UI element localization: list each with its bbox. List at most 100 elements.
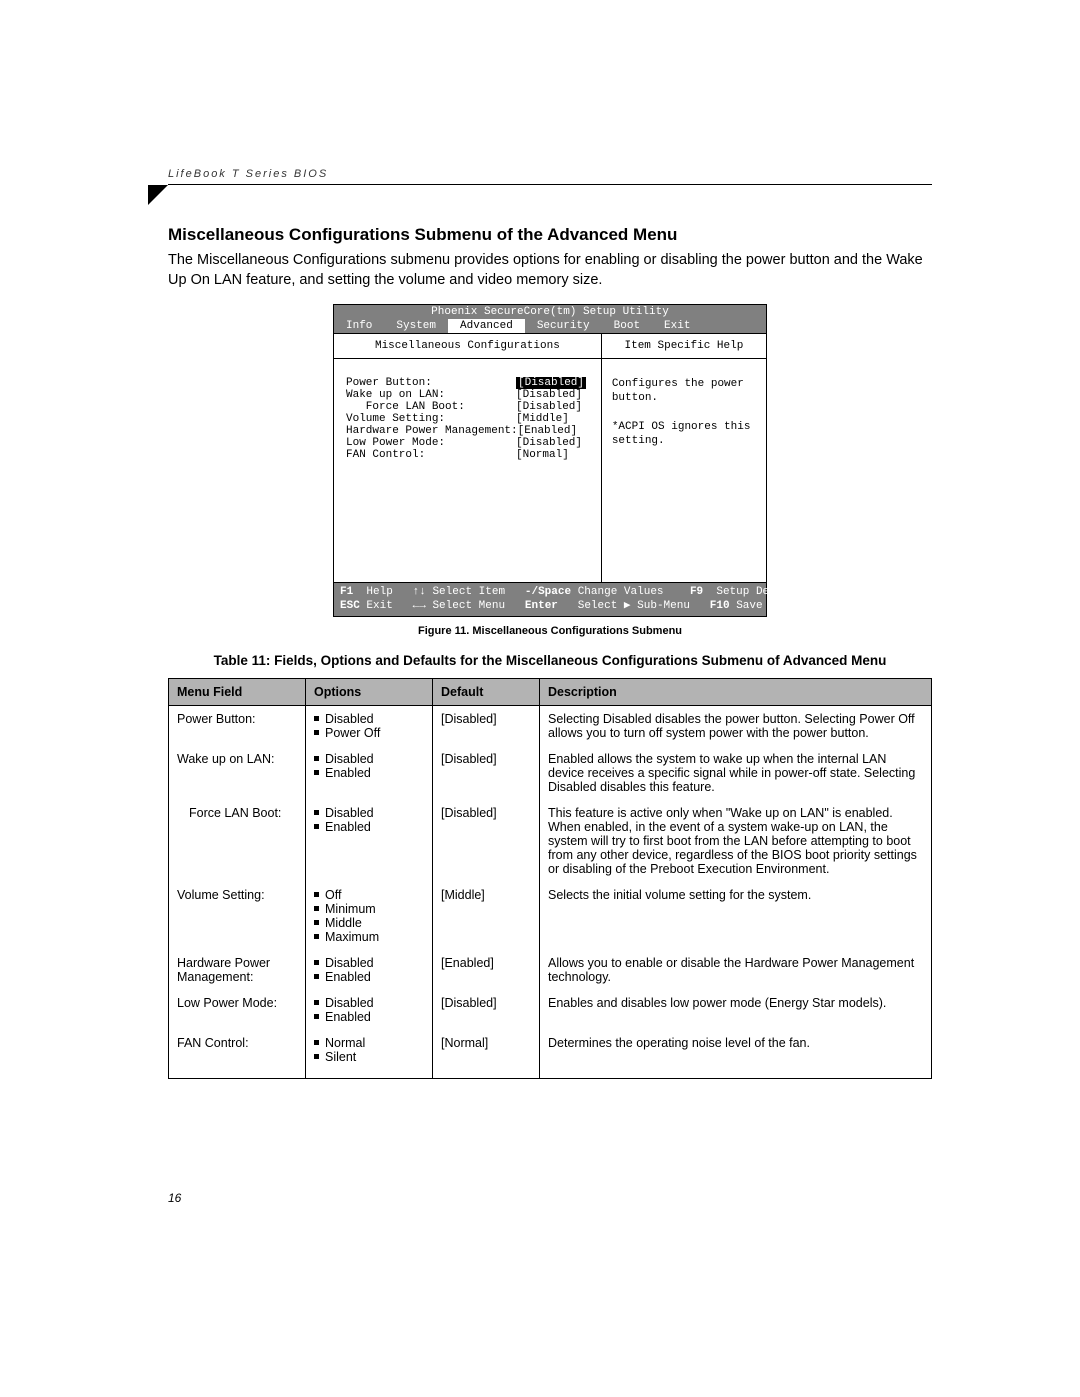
bios-foot-save-exit: F10 Save and Exit bbox=[710, 599, 822, 613]
header-separator bbox=[168, 184, 932, 185]
bios-foot-setup-defaults: F9 Setup Defaults bbox=[690, 585, 809, 599]
cell-options: DisabledEnabled bbox=[306, 950, 433, 990]
bios-foot-help: F1 Help bbox=[340, 585, 413, 599]
table-row: Volume Setting:OffMinimumMiddleMaximum[M… bbox=[169, 882, 932, 950]
bios-item: Wake up on LAN:[Disabled] bbox=[346, 389, 589, 401]
bios-item-value: [Disabled] bbox=[516, 401, 582, 413]
cell-description: Selecting Disabled disables the power bu… bbox=[540, 705, 932, 746]
page-number: 16 bbox=[168, 1191, 181, 1205]
corner-flag-icon bbox=[148, 185, 170, 207]
option-item: Maximum bbox=[314, 930, 424, 944]
bios-help-heading: Item Specific Help bbox=[602, 334, 766, 359]
bios-item-value: [Disabled] bbox=[516, 437, 582, 449]
bios-menu-advanced: Advanced bbox=[448, 319, 525, 333]
bios-foot-exit: ESC Exit bbox=[340, 599, 413, 613]
cell-default: [Middle] bbox=[433, 882, 540, 950]
bios-foot-sub-menu: Enter Select ▶ Sub-Menu bbox=[525, 599, 710, 613]
cell-default: [Disabled] bbox=[433, 800, 540, 882]
bios-foot-select-menu: ←→ Select Menu bbox=[413, 599, 525, 613]
bios-item-label: FAN Control: bbox=[346, 449, 516, 461]
table-row: FAN Control:NormalSilent[Normal]Determin… bbox=[169, 1030, 932, 1079]
option-item: Enabled bbox=[314, 970, 424, 984]
bios-menu-bar: InfoSystemAdvancedSecurityBootExit bbox=[334, 319, 766, 333]
bios-item-label: Power Button: bbox=[346, 377, 516, 389]
bios-left-heading: Miscellaneous Configurations bbox=[334, 334, 601, 359]
cell-options: DisabledEnabled bbox=[306, 800, 433, 882]
cell-default: [Disabled] bbox=[433, 990, 540, 1030]
bios-menu-exit: Exit bbox=[652, 319, 702, 333]
bios-menu-system: System bbox=[384, 319, 448, 333]
option-item: Enabled bbox=[314, 820, 424, 834]
option-item: Enabled bbox=[314, 766, 424, 780]
cell-options: DisabledPower Off bbox=[306, 705, 433, 746]
cell-description: Enables and disables low power mode (Ene… bbox=[540, 990, 932, 1030]
cell-field: Hardware Power Management: bbox=[169, 950, 306, 990]
cell-field: Power Button: bbox=[169, 705, 306, 746]
cell-field: FAN Control: bbox=[169, 1030, 306, 1079]
bios-footer: F1 Help ↑↓ Select Item -/Space Change Va… bbox=[334, 583, 766, 616]
cell-default: [Enabled] bbox=[433, 950, 540, 990]
cell-options: DisabledEnabled bbox=[306, 990, 433, 1030]
cell-options: DisabledEnabled bbox=[306, 746, 433, 800]
bios-menu-security: Security bbox=[525, 319, 602, 333]
section-intro: The Miscellaneous Configurations submenu… bbox=[168, 251, 932, 290]
cell-options: OffMinimumMiddleMaximum bbox=[306, 882, 433, 950]
option-item: Power Off bbox=[314, 726, 424, 740]
bios-body: Miscellaneous Configurations Power Butto… bbox=[334, 333, 766, 583]
option-item: Disabled bbox=[314, 712, 424, 726]
cell-description: Enabled allows the system to wake up whe… bbox=[540, 746, 932, 800]
section-heading: Miscellaneous Configurations Submenu of … bbox=[168, 225, 932, 245]
bios-menu-info: Info bbox=[334, 319, 384, 333]
th-field: Menu Field bbox=[169, 678, 306, 705]
cell-description: Allows you to enable or disable the Hard… bbox=[540, 950, 932, 990]
cell-field: Volume Setting: bbox=[169, 882, 306, 950]
bios-item: Low Power Mode:[Disabled] bbox=[346, 437, 589, 449]
bios-item: Volume Setting:[Middle] bbox=[346, 413, 589, 425]
bios-item-label: Low Power Mode: bbox=[346, 437, 516, 449]
table-row: Wake up on LAN:DisabledEnabled[Disabled]… bbox=[169, 746, 932, 800]
cell-description: Determines the operating noise level of … bbox=[540, 1030, 932, 1079]
bios-item-label: Wake up on LAN: bbox=[346, 389, 516, 401]
figure-caption: Figure 11. Miscellaneous Configurations … bbox=[168, 625, 932, 637]
bios-item: Hardware Power Management:[Enabled] bbox=[346, 425, 589, 437]
bios-left-panel: Miscellaneous Configurations Power Butto… bbox=[334, 334, 602, 582]
options-table: Menu Field Options Default Description P… bbox=[168, 678, 932, 1079]
option-item: Disabled bbox=[314, 996, 424, 1010]
bios-foot-change-values: -/Space Change Values bbox=[525, 585, 690, 599]
option-item: Disabled bbox=[314, 806, 424, 820]
cell-description: This feature is active only when "Wake u… bbox=[540, 800, 932, 882]
bios-item-value: [Disabled] bbox=[516, 377, 586, 389]
cell-field: Force LAN Boot: bbox=[169, 800, 306, 882]
table-row: Force LAN Boot:DisabledEnabled[Disabled]… bbox=[169, 800, 932, 882]
cell-field: Wake up on LAN: bbox=[169, 746, 306, 800]
bios-item-label: Hardware Power Management: bbox=[346, 425, 518, 437]
bios-help-text: Configures the power button. *ACPI OS ig… bbox=[612, 377, 756, 448]
table-row: Hardware Power Management:DisabledEnable… bbox=[169, 950, 932, 990]
th-default: Default bbox=[433, 678, 540, 705]
bios-item: Force LAN Boot:[Disabled] bbox=[346, 401, 589, 413]
bios-item: FAN Control:[Normal] bbox=[346, 449, 589, 461]
cell-options: NormalSilent bbox=[306, 1030, 433, 1079]
cell-field: Low Power Mode: bbox=[169, 990, 306, 1030]
bios-item-value: [Middle] bbox=[516, 413, 569, 425]
bios-screenshot: Phoenix SecureCore(tm) Setup Utility Inf… bbox=[333, 304, 767, 617]
bios-item-label: Force LAN Boot: bbox=[346, 401, 516, 413]
running-head: LifeBook T Series BIOS bbox=[168, 168, 932, 182]
cell-description: Selects the initial volume setting for t… bbox=[540, 882, 932, 950]
bios-menu-boot: Boot bbox=[602, 319, 652, 333]
option-item: Enabled bbox=[314, 1010, 424, 1024]
option-item: Silent bbox=[314, 1050, 424, 1064]
th-options: Options bbox=[306, 678, 433, 705]
bios-item-label: Volume Setting: bbox=[346, 413, 516, 425]
bios-foot-select-item: ↑↓ Select Item bbox=[413, 585, 525, 599]
bios-title: Phoenix SecureCore(tm) Setup Utility bbox=[334, 305, 766, 319]
table-title: Table 11: Fields, Options and Defaults f… bbox=[168, 653, 932, 668]
page: LifeBook T Series BIOS Miscellaneous Con… bbox=[0, 0, 1080, 1397]
option-item: Minimum bbox=[314, 902, 424, 916]
option-item: Normal bbox=[314, 1036, 424, 1050]
bios-item-value: [Disabled] bbox=[516, 389, 582, 401]
option-item: Off bbox=[314, 888, 424, 902]
bios-item: Power Button:[Disabled] bbox=[346, 377, 589, 389]
option-item: Disabled bbox=[314, 956, 424, 970]
bios-help-panel: Item Specific Help Configures the power … bbox=[602, 334, 766, 582]
